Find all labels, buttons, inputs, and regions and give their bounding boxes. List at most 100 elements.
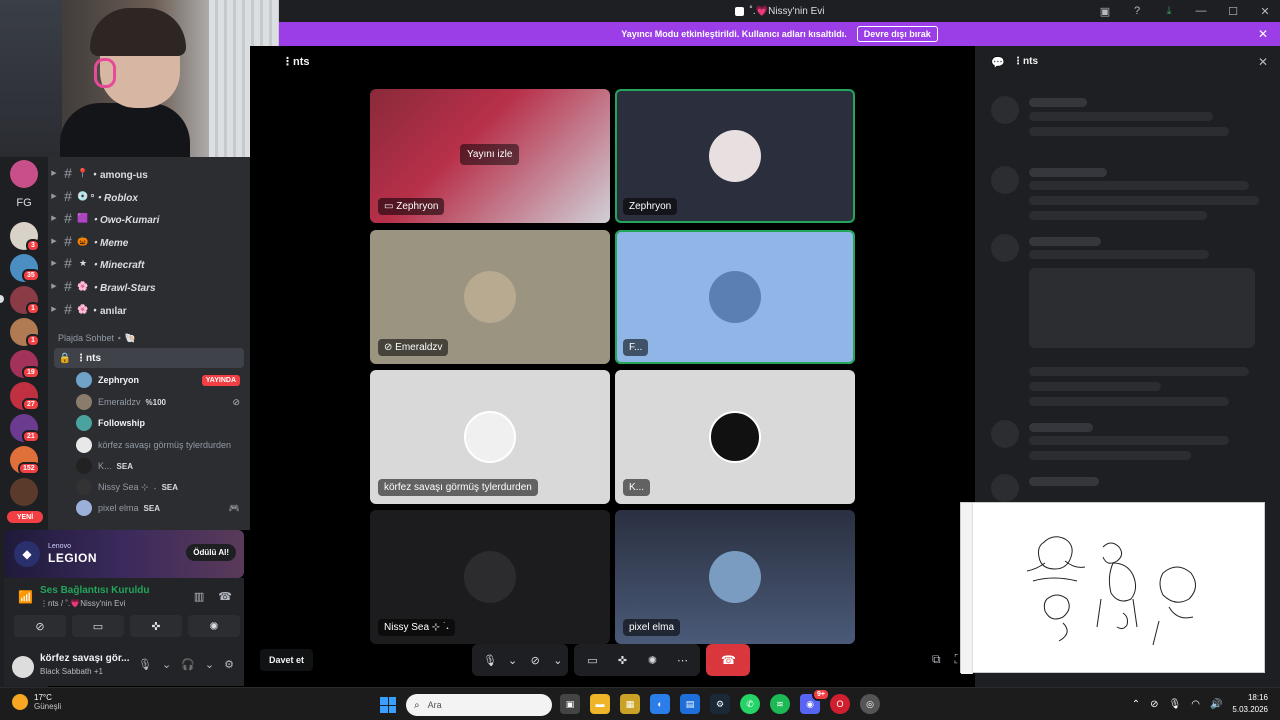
opera-icon[interactable]: O bbox=[830, 694, 850, 714]
task-view-icon[interactable]: ▣ bbox=[560, 694, 580, 714]
camera-off-icon[interactable]: ⊘ bbox=[523, 648, 547, 672]
chevron-down-icon[interactable]: ⌄ bbox=[205, 658, 214, 671]
participant-name: K... bbox=[623, 479, 651, 496]
more-options-icon[interactable]: ⋯ bbox=[670, 648, 694, 672]
chevron-down-icon[interactable]: ⌄ bbox=[162, 658, 171, 671]
network-off-icon[interactable]: ⊘ bbox=[1150, 699, 1158, 710]
loading-placeholder bbox=[1029, 250, 1209, 259]
weather-widget[interactable]: 17°C Güneşli bbox=[12, 693, 61, 711]
clock[interactable]: 18:16 5.03.2026 bbox=[1232, 692, 1268, 716]
channel-anilar[interactable]: ▶ # 🌸 ・anılar bbox=[48, 299, 244, 319]
search-icon: ⌕ bbox=[414, 699, 420, 711]
mention-badge: 152 bbox=[18, 462, 40, 475]
channel-minecraft[interactable]: ▶ # ★ ・Minecraft bbox=[48, 253, 244, 273]
volume-icon[interactable]: 🔊 bbox=[1210, 699, 1222, 710]
participant-tile[interactable]: körfez savaşı görmüş tylerdurden bbox=[370, 370, 610, 504]
screen-share-button[interactable]: ▭ bbox=[72, 615, 124, 637]
channel-meme[interactable]: ▶ # 🎃 ・Meme bbox=[48, 231, 244, 251]
soundboard-button[interactable]: ✺ bbox=[188, 615, 240, 637]
chevron-down-icon[interactable]: ⌄ bbox=[553, 654, 562, 667]
disconnect-icon[interactable]: ☎ bbox=[218, 590, 232, 603]
chevron-up-icon[interactable]: ⌃ bbox=[1132, 699, 1140, 710]
microphone-icon[interactable]: 🎙 bbox=[478, 648, 502, 672]
inbox-icon[interactable]: ▣ bbox=[1098, 4, 1112, 18]
voice-status[interactable]: Ses Bağlantısı Kuruldu bbox=[40, 585, 149, 596]
channel-among-us[interactable]: ▶ # 📍 ・among-us bbox=[48, 163, 244, 183]
calculator-icon[interactable]: ▤ bbox=[680, 694, 700, 714]
whatsapp-icon[interactable]: ✆ bbox=[740, 694, 760, 714]
close-chat-icon[interactable]: ✕ bbox=[1258, 55, 1268, 69]
window-titlebar: ˚.💗Nissy'nin Evi ▣ ? ⤓ — ☐ ✕ bbox=[279, 0, 1280, 22]
popout-icon[interactable]: ⧉ bbox=[932, 652, 941, 667]
participant-name: körfez savaşı görmüş tylerdurden bbox=[378, 479, 538, 496]
discord-taskbar-icon[interactable]: ◉ 9+ bbox=[800, 688, 830, 714]
voice-user[interactable]: körfez savaşı görmüş tylerdurden bbox=[76, 435, 244, 455]
participant-tile[interactable]: F... bbox=[615, 230, 855, 364]
avatar[interactable] bbox=[12, 656, 34, 678]
username[interactable]: körfez savaşı gör... bbox=[40, 653, 130, 664]
new-unreads-pill[interactable]: YENİ bbox=[7, 511, 43, 523]
loading-placeholder bbox=[1029, 436, 1229, 445]
edge-icon[interactable]: ◐ bbox=[650, 694, 670, 714]
help-icon[interactable]: ? bbox=[1130, 4, 1144, 18]
watch-stream-button[interactable]: Yayını izle bbox=[460, 144, 520, 165]
wifi-icon[interactable]: ◠ bbox=[1191, 699, 1200, 710]
participant-tile[interactable]: Zephryon bbox=[615, 89, 855, 223]
voice-user[interactable]: pixel elma SEA 🎮 bbox=[76, 498, 244, 518]
close-banner-icon[interactable]: ✕ bbox=[1258, 27, 1268, 41]
camera-off-button[interactable]: ⊘ bbox=[14, 615, 66, 637]
claim-reward-button[interactable]: Ödülü Al! bbox=[186, 544, 236, 561]
drawing-preview-window[interactable] bbox=[960, 502, 1265, 674]
participant-tile[interactable]: ⊘ Emeraldzv bbox=[370, 230, 610, 364]
microphone-icon[interactable]: 🎙 bbox=[138, 658, 152, 671]
spotify-icon[interactable]: ≋ bbox=[770, 694, 790, 714]
chrome-icon[interactable]: ◎ bbox=[860, 694, 880, 714]
text-channel-icon: # bbox=[64, 301, 72, 317]
server-icon[interactable] bbox=[10, 160, 38, 188]
voice-channel-nts[interactable]: 🔒 ⋮nts bbox=[54, 348, 244, 368]
invite-button[interactable]: Davet et bbox=[260, 649, 314, 671]
soundboard-icon[interactable]: ✺ bbox=[640, 648, 664, 672]
channel-roblox[interactable]: ▶ # 💿 °・Roblox bbox=[48, 186, 244, 206]
headphones-icon[interactable]: 🎧 bbox=[181, 658, 195, 671]
voice-user[interactable]: Emeraldzv %100 ⊘ bbox=[76, 392, 244, 412]
category-label[interactable]: Plajda Sohbet ⋆ 🐚 bbox=[58, 333, 136, 344]
voice-user[interactable]: Zephryon YAYINDA bbox=[76, 370, 244, 390]
voice-user[interactable]: Followship bbox=[76, 413, 244, 433]
disable-streamer-mode-button[interactable]: Devre dışı bırak bbox=[856, 26, 938, 42]
server-icon[interactable] bbox=[10, 478, 38, 506]
noise-suppression-icon[interactable]: ▥ bbox=[194, 590, 204, 603]
minimize-button[interactable]: — bbox=[1194, 4, 1208, 18]
drawing-toolbar[interactable] bbox=[961, 503, 973, 674]
windows-start-icon[interactable] bbox=[380, 697, 396, 713]
channel-brawl-stars[interactable]: ▶ # 🌸 ・Brawl-Stars bbox=[48, 276, 244, 296]
steam-icon[interactable]: ⚙ bbox=[710, 694, 730, 714]
taskbar-search[interactable]: ⌕ Ara bbox=[406, 694, 552, 716]
stream-tile[interactable]: Yayını izle ▭ Zephryon bbox=[370, 89, 610, 223]
chevron-down-icon[interactable]: ⌄ bbox=[508, 654, 517, 667]
participant-name: ⊘ Emeraldzv bbox=[378, 339, 449, 356]
voice-user[interactable]: K... SEA bbox=[76, 456, 244, 476]
loading-placeholder bbox=[1029, 127, 1229, 136]
microphone-icon[interactable]: 🎙 bbox=[1169, 699, 1182, 710]
disconnect-call-button[interactable]: ☎ bbox=[706, 644, 751, 676]
screen-share-icon[interactable]: ▭ bbox=[580, 648, 604, 672]
loading-placeholder bbox=[1029, 397, 1229, 406]
activities-icon[interactable]: ✜ bbox=[610, 648, 634, 672]
channel-owo-kumari[interactable]: ▶ # 🟪 ・Owo-Kumari bbox=[48, 208, 244, 228]
lenovo-promo[interactable]: ◆ Lenovo LEGION Ödülü Al! bbox=[4, 530, 244, 578]
store-icon[interactable]: ▦ bbox=[620, 694, 640, 714]
server-fg[interactable]: FG bbox=[10, 189, 38, 217]
voice-location[interactable]: ⋮nts / ˚.💗Nissy'nin Evi bbox=[40, 599, 125, 608]
avatar bbox=[709, 411, 761, 463]
file-explorer-icon[interactable]: ▬ bbox=[590, 694, 610, 714]
participant-tile[interactable]: K... bbox=[615, 370, 855, 504]
activities-button[interactable]: ✜ bbox=[130, 615, 182, 637]
download-icon[interactable]: ⤓ bbox=[1162, 4, 1176, 18]
maximize-button[interactable]: ☐ bbox=[1226, 4, 1240, 18]
close-window-button[interactable]: ✕ bbox=[1258, 4, 1272, 18]
participant-tile[interactable]: pixel elma bbox=[615, 510, 855, 644]
voice-user[interactable]: Nissy Sea ⊹ ࣪ ˖ SEA bbox=[76, 477, 244, 497]
participant-tile[interactable]: Nissy Sea ⊹ ࣪ ˖ bbox=[370, 510, 610, 644]
settings-icon[interactable]: ⚙ bbox=[224, 658, 234, 671]
